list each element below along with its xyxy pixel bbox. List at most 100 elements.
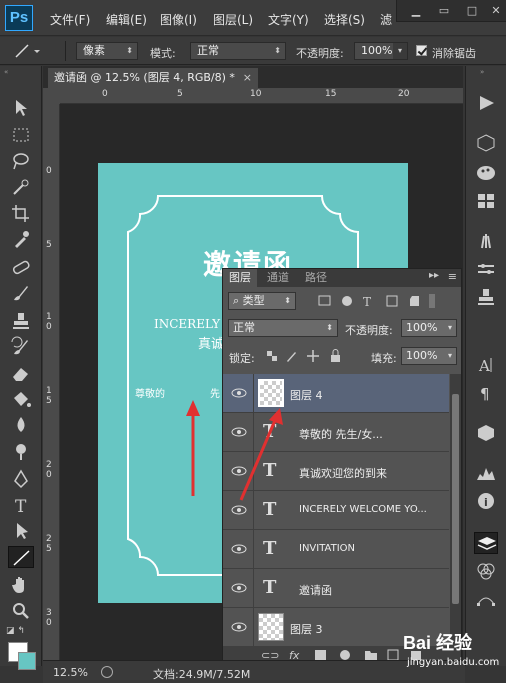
menu-type[interactable]: 文字(Y) (268, 11, 309, 28)
panel-menu-icon[interactable]: ≡ (448, 270, 457, 283)
layer-row[interactable]: T 尊敬的 先生/女... (223, 413, 449, 452)
lasso-tool-icon[interactable] (8, 150, 34, 172)
menu-filter[interactable]: 滤 (380, 11, 392, 28)
tab-paths[interactable]: 路径 (299, 269, 333, 287)
chevron-down-icon[interactable]: ▾ (393, 43, 407, 59)
menu-layer[interactable]: 图层(L) (213, 11, 253, 28)
ruler-origin[interactable] (43, 88, 60, 104)
close-icon[interactable]: ✕ (485, 4, 506, 18)
path-select-tool-icon[interactable] (8, 520, 34, 542)
3d-cube-icon[interactable] (474, 422, 498, 444)
zoom-tool-icon[interactable] (8, 600, 34, 622)
hand-tool-icon[interactable] (8, 574, 34, 596)
brushes-icon[interactable] (474, 230, 498, 252)
visibility-eye-icon[interactable] (231, 386, 247, 400)
info-icon[interactable]: i (474, 490, 498, 512)
layer-blend-mode-select[interactable]: 正常 ⬍ (228, 319, 338, 337)
color-palette-icon[interactable] (474, 162, 498, 184)
healing-brush-tool-icon[interactable] (8, 256, 34, 278)
layer-name[interactable]: 尊敬的 先生/女... (299, 426, 383, 442)
brush-settings-icon[interactable] (474, 258, 498, 280)
layer-name[interactable]: 邀请函 (299, 582, 332, 598)
document-tab[interactable]: 邀请函 @ 12.5% (图层 4, RGB/8) * × (48, 68, 258, 88)
layer-row[interactable]: T INCERELY WELCOME YO... (223, 491, 449, 530)
chevron-down-icon[interactable]: ▾ (448, 348, 452, 364)
blend-mode-select[interactable]: 正常 ⬍ (190, 42, 286, 60)
menu-select[interactable]: 选择(S) (324, 11, 365, 28)
layer-name[interactable]: 图层 4 (290, 387, 323, 403)
menu-edit[interactable]: 编辑(E) (106, 11, 147, 28)
horizontal-ruler[interactable]: 0 5 10 15 20 (60, 88, 463, 104)
tab-layers[interactable]: 图层 (223, 269, 257, 287)
layer-row[interactable]: T INVITATION (223, 530, 449, 569)
close-icon[interactable]: × (243, 68, 252, 88)
visibility-eye-icon[interactable] (231, 620, 247, 634)
vertical-ruler[interactable]: 0 5 1 0 1 5 2 0 2 5 3 0 (43, 104, 60, 660)
document-tab-bar: 邀请函 @ 12.5% (图层 4, RGB/8) * × (43, 66, 463, 88)
line-tool-preset-icon[interactable] (12, 43, 42, 59)
collapse-icon[interactable]: « (4, 68, 38, 76)
marquee-tool-icon[interactable] (8, 124, 34, 146)
paint-bucket-tool-icon[interactable] (8, 388, 34, 410)
channels-icon[interactable] (474, 560, 498, 582)
menu-file[interactable]: 文件(F) (50, 11, 90, 28)
paragraph-icon[interactable]: ¶ (474, 382, 498, 404)
layers-icon[interactable] (474, 532, 498, 554)
quick-select-tool-icon[interactable] (8, 176, 34, 198)
pen-tool-icon[interactable] (8, 468, 34, 490)
layer-name[interactable]: INVITATION (299, 543, 355, 554)
layer-name[interactable]: 真诚欢迎您的到来 (299, 465, 387, 481)
play-actions-icon[interactable] (474, 92, 498, 114)
shape-mode-select[interactable]: 像素 ⬍ (76, 42, 138, 60)
opacity-input[interactable]: 100% ▾ (354, 42, 408, 60)
dodge-tool-icon[interactable] (8, 440, 34, 462)
collapse-panel-icon[interactable]: ▸▸ (429, 270, 439, 281)
minimize-icon[interactable]: ▁ (405, 4, 427, 18)
status-icon[interactable] (101, 666, 113, 678)
paths-icon[interactable] (474, 588, 498, 610)
tab-channels[interactable]: 通道 (261, 269, 295, 287)
crop-tool-icon[interactable] (8, 202, 34, 224)
visibility-eye-icon[interactable] (231, 503, 247, 517)
type-tool-icon[interactable]: T (8, 494, 34, 517)
scrollbar-thumb[interactable] (452, 394, 459, 604)
layer-row[interactable]: T 邀请函 (223, 569, 449, 608)
layers-scrollbar[interactable] (450, 374, 461, 646)
restore-icon[interactable]: ▭ (433, 4, 455, 18)
lock-icons[interactable] (265, 349, 345, 363)
brush-tool-icon[interactable] (8, 282, 34, 304)
zoom-level[interactable]: 12.5% (53, 666, 88, 679)
history-brush-tool-icon[interactable] (8, 336, 34, 358)
background-color-swatch[interactable] (18, 652, 36, 670)
stamp-tool-icon[interactable] (8, 310, 34, 332)
chevron-down-icon[interactable]: ▾ (448, 320, 452, 336)
swatches-icon[interactable] (474, 190, 498, 212)
eraser-tool-icon[interactable] (8, 362, 34, 384)
visibility-eye-icon[interactable] (231, 425, 247, 439)
layer-row[interactable]: T 真诚欢迎您的到来 (223, 452, 449, 491)
move-tool-icon[interactable] (8, 96, 34, 118)
collapse-icon[interactable]: » (480, 68, 484, 76)
3d-icon[interactable] (474, 132, 498, 154)
character-icon[interactable]: A (474, 354, 498, 376)
visibility-eye-icon[interactable] (231, 581, 247, 595)
antialias-label: 消除锯齿 (432, 47, 476, 60)
menu-image[interactable]: 图像(I) (160, 11, 197, 28)
visibility-eye-icon[interactable] (231, 542, 247, 556)
visibility-eye-icon[interactable] (231, 464, 247, 478)
layer-name[interactable]: INCERELY WELCOME YO... (299, 504, 427, 515)
layer-name[interactable]: 图层 3 (290, 621, 323, 637)
line-tool-icon[interactable] (8, 546, 34, 568)
layer-filter-select[interactable]: ⌕ 类型 ⬍ (228, 292, 296, 310)
updown-icon: ⬍ (274, 46, 281, 55)
layer-opacity-input[interactable]: 100% ▾ (401, 319, 457, 337)
eyedropper-tool-icon[interactable] (8, 228, 34, 250)
swap-colors-icon[interactable]: ◪ ↰ (6, 626, 25, 636)
antialias-checkbox[interactable] (416, 45, 427, 56)
histogram-icon[interactable] (474, 462, 498, 484)
clone-source-icon[interactable] (474, 286, 498, 308)
fill-input[interactable]: 100% ▾ (401, 347, 457, 365)
blur-tool-icon[interactable] (8, 414, 34, 436)
layer-row[interactable]: 图层 4 (223, 374, 449, 413)
maximize-icon[interactable]: □ (461, 4, 483, 18)
